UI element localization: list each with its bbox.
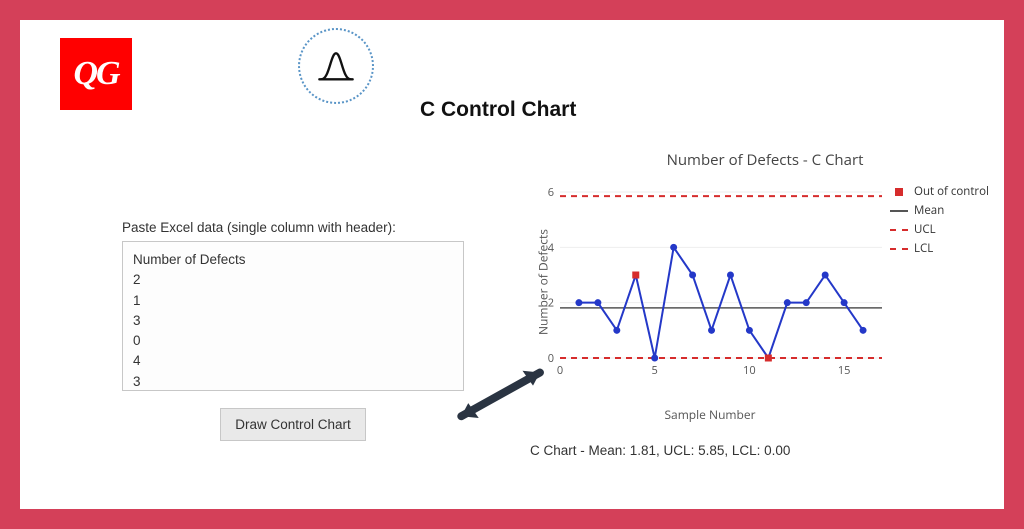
line-icon xyxy=(890,210,908,212)
svg-text:0: 0 xyxy=(557,363,563,378)
chart-y-axis-label: Number of Defects xyxy=(534,229,551,335)
qg-logo: QG xyxy=(60,38,132,110)
svg-text:15: 15 xyxy=(838,363,851,378)
dashed-line-icon xyxy=(890,248,908,250)
legend-label: LCL xyxy=(914,241,933,256)
legend-mean: Mean xyxy=(890,203,989,218)
data-textarea[interactable] xyxy=(122,241,464,391)
legend-lcl: LCL xyxy=(890,241,989,256)
svg-text:5: 5 xyxy=(652,363,658,378)
control-chart-plot: Number of Defects 0246051015 xyxy=(530,182,890,382)
data-field-label: Paste Excel data (single column with hea… xyxy=(122,220,464,235)
chart-title: Number of Defects - C Chart xyxy=(530,150,1000,170)
svg-text:6: 6 xyxy=(548,185,554,200)
page-title: C Control Chart xyxy=(420,98,576,122)
input-panel: Paste Excel data (single column with hea… xyxy=(122,220,464,441)
chart-stats-caption: C Chart - Mean: 1.81, UCL: 5.85, LCL: 0.… xyxy=(530,443,1000,458)
chart-x-axis-label: Sample Number xyxy=(530,406,890,423)
app-frame: QG C Control Chart Paste Excel data (sin… xyxy=(20,20,1004,509)
chart-legend: Out of control Mean UCL LCL xyxy=(890,184,989,260)
dashed-line-icon xyxy=(890,229,908,231)
legend-label: Out of control xyxy=(914,184,989,199)
logo-text: QG xyxy=(73,55,118,93)
square-icon xyxy=(895,188,903,196)
draw-control-chart-button[interactable]: Draw Control Chart xyxy=(220,408,366,441)
distribution-icon xyxy=(298,28,374,104)
legend-out-of-control: Out of control xyxy=(890,184,989,199)
svg-text:10: 10 xyxy=(743,363,756,378)
legend-ucl: UCL xyxy=(890,222,989,237)
legend-label: UCL xyxy=(914,222,936,237)
chart-panel: Number of Defects - C Chart Number of De… xyxy=(530,150,1000,458)
legend-label: Mean xyxy=(914,203,944,218)
svg-text:0: 0 xyxy=(548,351,554,366)
